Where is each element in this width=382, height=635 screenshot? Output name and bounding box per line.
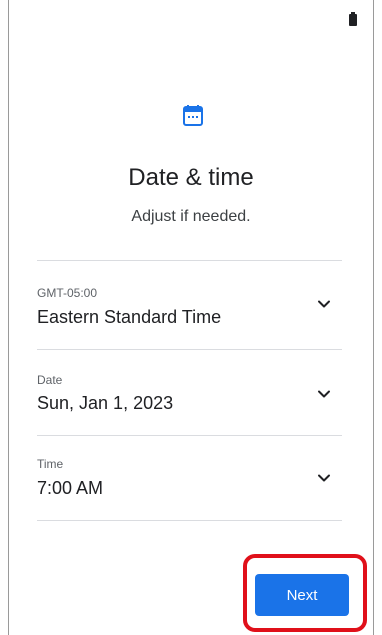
- time-row[interactable]: Time 7:00 AM: [37, 437, 342, 521]
- calendar-icon: [183, 105, 203, 126]
- page-title: Date & time: [128, 164, 254, 191]
- time-label: Time: [37, 457, 64, 471]
- time-value: 7:00 AM: [37, 478, 104, 498]
- divider: [37, 349, 342, 350]
- date-row[interactable]: Date Sun, Jan 1, 2023: [37, 351, 342, 435]
- next-button[interactable]: Next: [255, 574, 349, 616]
- divider: [37, 435, 342, 436]
- screen: Date & time Adjust if needed. GMT-05:00 …: [8, 0, 374, 635]
- timezone-label: GMT-05:00: [37, 286, 98, 300]
- page-subtitle: Adjust if needed.: [131, 208, 251, 225]
- timezone-row[interactable]: GMT-05:00 Eastern Standard Time: [37, 262, 342, 346]
- divider: [37, 520, 342, 521]
- status-bar: [9, 0, 373, 30]
- divider: [37, 260, 342, 261]
- date-value: Sun, Jan 1, 2023: [37, 393, 174, 413]
- chevron-down-icon[interactable]: [314, 294, 334, 314]
- chevron-down-icon[interactable]: [314, 468, 334, 488]
- timezone-value: Eastern Standard Time: [37, 307, 222, 327]
- chevron-down-icon[interactable]: [314, 384, 334, 404]
- battery-icon: [349, 12, 357, 26]
- date-label: Date: [37, 373, 63, 387]
